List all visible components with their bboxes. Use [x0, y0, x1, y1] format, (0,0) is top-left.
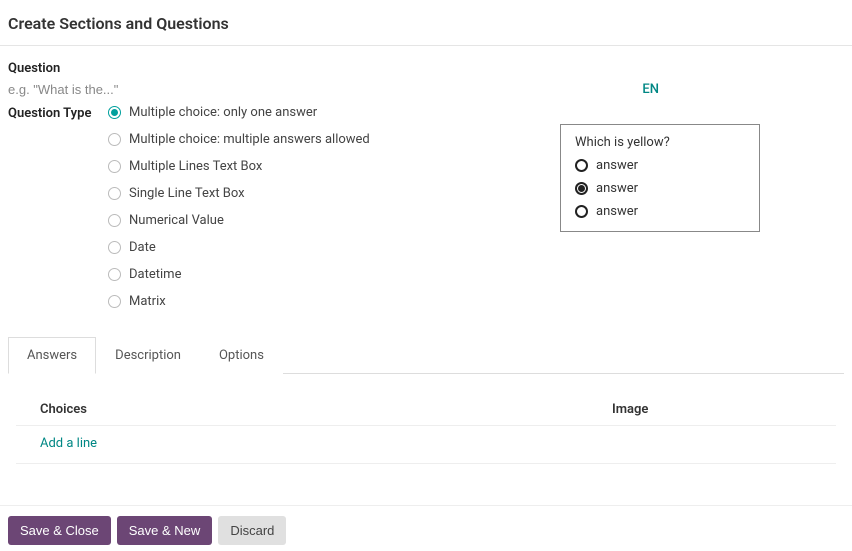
radio-label: Multiple Lines Text Box — [129, 159, 262, 174]
preview-option: answer — [575, 158, 745, 173]
radio-label: Date — [129, 240, 156, 255]
discard-button[interactable]: Discard — [218, 516, 286, 545]
qtype-single-line-text[interactable]: Single Line Text Box — [108, 186, 370, 201]
radio-label: Matrix — [129, 294, 166, 309]
radio-icon — [575, 205, 588, 218]
qtype-multiline-text[interactable]: Multiple Lines Text Box — [108, 159, 370, 174]
table-header-row: Choices Image — [16, 394, 836, 426]
question-row: Question — [8, 60, 844, 76]
radio-label: Datetime — [129, 267, 181, 282]
radio-label: Single Line Text Box — [129, 186, 245, 201]
radio-icon — [108, 106, 121, 119]
qtype-numerical[interactable]: Numerical Value — [108, 213, 370, 228]
answers-table: Choices Image Add a line — [8, 374, 844, 464]
preview-option: answer — [575, 204, 745, 219]
dialog-header: Create Sections and Questions — [0, 0, 852, 46]
save-close-button[interactable]: Save & Close — [8, 516, 111, 545]
radio-label: Multiple choice: multiple answers allowe… — [129, 132, 370, 147]
radio-icon — [108, 295, 121, 308]
radio-icon — [575, 182, 588, 195]
radio-icon — [108, 241, 121, 254]
radio-label: Multiple choice: only one answer — [129, 105, 317, 120]
question-preview: Which is yellow? answer answer answer — [560, 124, 760, 232]
tab-description[interactable]: Description — [96, 337, 200, 374]
save-new-button[interactable]: Save & New — [117, 516, 213, 545]
preview-answer-label: answer — [596, 181, 638, 196]
qtype-datetime[interactable]: Datetime — [108, 267, 370, 282]
col-header-choices: Choices — [40, 402, 612, 417]
footer-actions: Save & Close Save & New Discard — [0, 505, 852, 551]
add-line-link[interactable]: Add a line — [16, 426, 836, 461]
tabs: Answers Description Options — [8, 337, 844, 374]
radio-icon — [108, 214, 121, 227]
question-type-label: Question Type — [8, 105, 108, 309]
form-area: Question EN Question Type Multiple choic… — [0, 46, 852, 464]
question-label: Question — [8, 60, 108, 76]
tab-options[interactable]: Options — [200, 337, 283, 374]
page-title: Create Sections and Questions — [8, 14, 844, 33]
radio-icon — [575, 159, 588, 172]
question-input[interactable] — [8, 82, 308, 97]
radio-icon — [108, 268, 121, 281]
tab-answers[interactable]: Answers — [8, 337, 96, 374]
radio-icon — [108, 133, 121, 146]
qtype-matrix[interactable]: Matrix — [108, 294, 370, 309]
preview-answer-label: answer — [596, 158, 638, 173]
qtype-multiple-choice-one[interactable]: Multiple choice: only one answer — [108, 105, 370, 120]
language-tag[interactable]: EN — [642, 82, 659, 97]
radio-icon — [108, 160, 121, 173]
qtype-date[interactable]: Date — [108, 240, 370, 255]
preview-answer-label: answer — [596, 204, 638, 219]
radio-label: Numerical Value — [129, 213, 224, 228]
preview-question-text: Which is yellow? — [575, 135, 745, 150]
radio-icon — [108, 187, 121, 200]
preview-option: answer — [575, 181, 745, 196]
question-type-options: Multiple choice: only one answer Multipl… — [108, 105, 370, 309]
col-header-image: Image — [612, 402, 812, 417]
qtype-multiple-choice-many[interactable]: Multiple choice: multiple answers allowe… — [108, 132, 370, 147]
